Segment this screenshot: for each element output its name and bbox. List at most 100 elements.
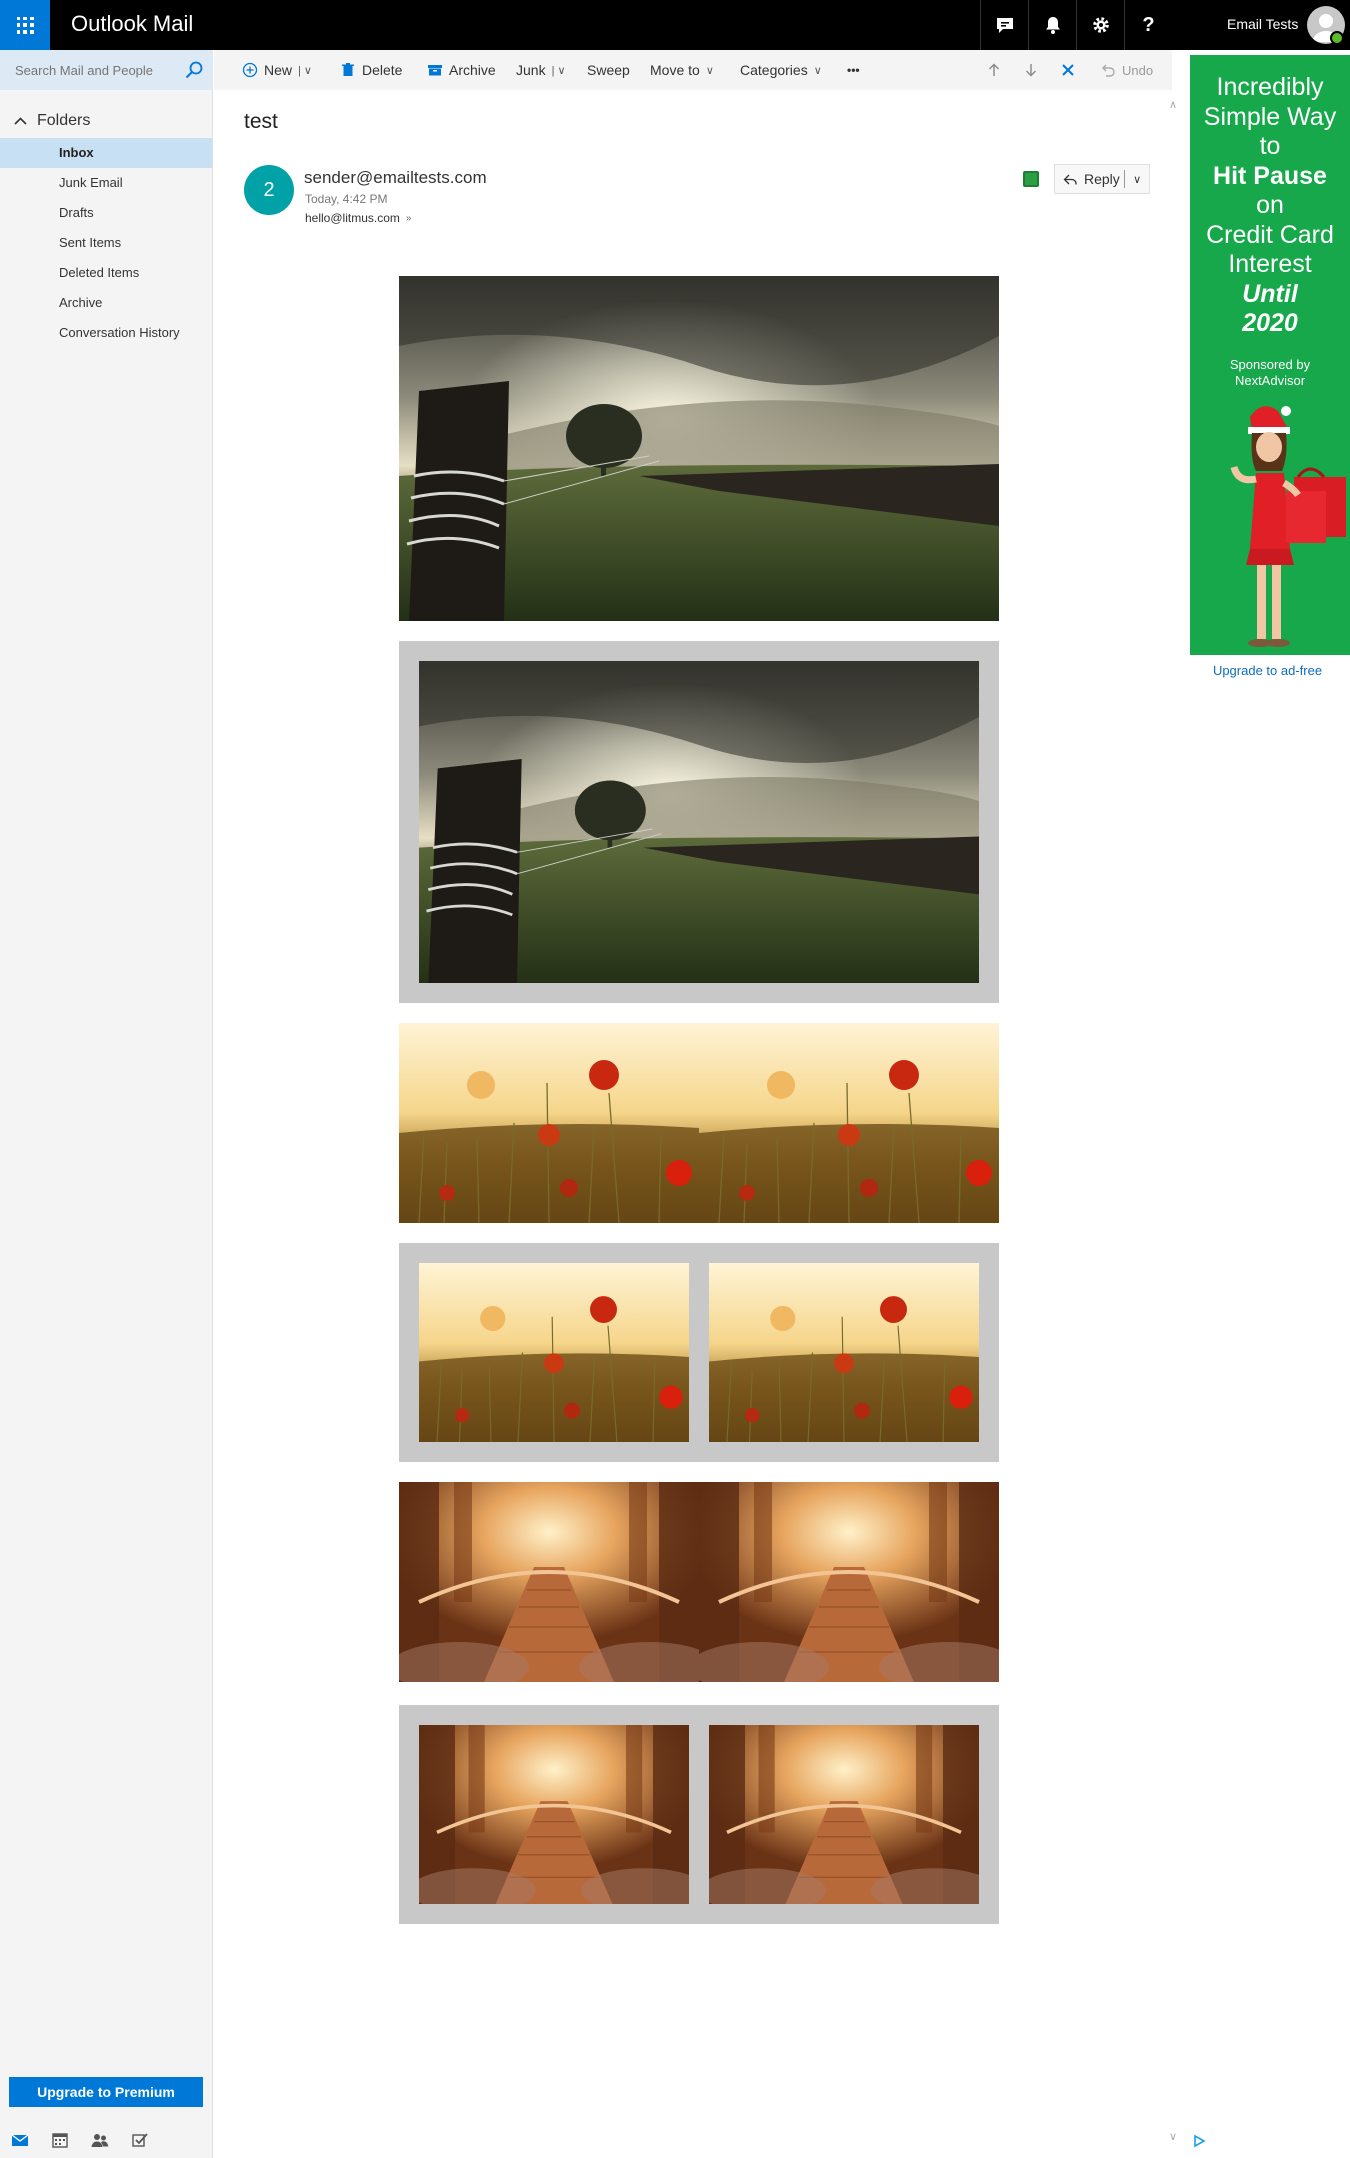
arrow-down-icon	[1026, 64, 1036, 77]
field-fence-photo	[399, 276, 999, 621]
undo-button[interactable]: Undo	[1100, 50, 1153, 90]
previous-item-button[interactable]	[986, 50, 1002, 90]
folder-list: Inbox Junk Email Drafts Sent Items Delet…	[0, 138, 212, 348]
top-bar: Outlook Mail ? Email Tests	[0, 0, 1350, 50]
delete-button[interactable]: Delete	[340, 50, 402, 90]
new-button[interactable]: New | ∨	[242, 50, 312, 90]
user-name[interactable]: Email Tests	[1227, 16, 1298, 32]
chevron-down-icon[interactable]: | ∨	[552, 64, 566, 77]
chat-icon	[996, 18, 1013, 33]
mail-nav-button[interactable]	[0, 2122, 40, 2158]
archive-button[interactable]: Archive	[427, 50, 496, 90]
ad-pane: Incredibly Simple Way to Hit Pause on Cr…	[1185, 50, 1350, 2158]
reply-split-button: Reply ∨	[1054, 164, 1150, 194]
scroll-down-arrow-icon[interactable]: ∨	[1166, 2130, 1180, 2144]
upgrade-to-premium-button[interactable]: Upgrade to Premium	[9, 2077, 203, 2107]
ad-shopper-image	[1230, 406, 1346, 647]
chevron-down-icon: ∨	[705, 64, 714, 77]
junk-button[interactable]: Junk | ∨	[516, 50, 566, 90]
poppies-image	[699, 1023, 999, 1223]
help-icon: ?	[1142, 13, 1155, 36]
folder-deleted-items[interactable]: Deleted Items	[0, 258, 212, 288]
search-input[interactable]	[0, 50, 180, 90]
sent-time: Today, 4:42 PM	[305, 192, 388, 206]
folder-archive[interactable]: Archive	[0, 288, 212, 318]
bridge-image	[699, 1482, 999, 1682]
people-icon	[91, 2134, 109, 2147]
addin-icon[interactable]	[1023, 171, 1039, 187]
expand-recipients-icon[interactable]: »	[406, 213, 412, 224]
gear-icon	[1092, 17, 1109, 33]
reply-label: Reply	[1084, 171, 1120, 187]
chevron-down-icon[interactable]: | ∨	[298, 64, 312, 77]
field-fence-photo-framed	[399, 641, 999, 1003]
bridge-photo-pair	[399, 1482, 999, 1682]
recipient-line: hello@litmus.com »	[305, 211, 411, 225]
bridge-image	[709, 1725, 979, 1904]
new-label: New	[264, 62, 293, 78]
waffle-icon	[16, 16, 34, 34]
poppies-image	[419, 1263, 689, 1442]
undo-icon	[1102, 64, 1115, 77]
calendar-nav-button[interactable]	[40, 2122, 80, 2158]
move-to-button[interactable]: Move to ∨	[650, 50, 714, 90]
sweep-label: Sweep	[587, 62, 630, 78]
bottom-nav	[0, 2122, 212, 2158]
close-button[interactable]	[1060, 50, 1076, 90]
field-fence-image	[399, 276, 999, 621]
upgrade-to-ad-free-link[interactable]: Upgrade to ad-free	[1185, 663, 1350, 678]
scroll-up-arrow-icon[interactable]: ∧	[1166, 98, 1180, 112]
people-nav-button[interactable]	[80, 2122, 120, 2158]
folder-drafts[interactable]: Drafts	[0, 198, 212, 228]
checkbox-icon	[132, 2133, 148, 2147]
sweep-button[interactable]: Sweep	[587, 50, 630, 90]
app-launcher-button[interactable]	[0, 0, 50, 50]
poppies-image	[709, 1263, 979, 1442]
archive-label: Archive	[449, 62, 496, 78]
chat-button[interactable]	[980, 0, 1028, 50]
more-icon: •••	[847, 63, 860, 77]
next-item-button[interactable]	[1023, 50, 1039, 90]
categories-button[interactable]: Categories ∨	[740, 50, 822, 90]
close-icon	[1062, 64, 1074, 76]
more-actions-button[interactable]: •••	[847, 50, 860, 90]
tasks-nav-button[interactable]	[120, 2122, 160, 2158]
categories-label: Categories	[740, 62, 808, 78]
poppies-image	[399, 1023, 699, 1223]
search-icon[interactable]	[184, 60, 204, 80]
reply-button[interactable]: Reply	[1055, 171, 1124, 187]
folder-conversation-history[interactable]: Conversation History	[0, 318, 212, 348]
notifications-button[interactable]	[1028, 0, 1076, 50]
mail-icon	[11, 2134, 29, 2146]
trash-icon	[342, 63, 354, 76]
bridge-image	[399, 1482, 699, 1682]
left-pane: Folders Inbox Junk Email Drafts Sent Ite…	[0, 50, 213, 2158]
folder-inbox[interactable]: Inbox	[0, 138, 212, 168]
sender-avatar[interactable]: 2	[244, 165, 294, 215]
app-title: Outlook Mail	[71, 11, 194, 36]
folders-heading[interactable]: Folders	[14, 112, 90, 130]
reply-options-chevron-icon[interactable]: ∨	[1125, 173, 1149, 186]
folders-heading-label: Folders	[37, 112, 91, 129]
bell-icon	[1045, 17, 1060, 34]
folder-junk-email[interactable]: Junk Email	[0, 168, 212, 198]
help-button[interactable]: ?	[1124, 0, 1172, 50]
arrow-up-icon	[989, 63, 999, 76]
recipient-address[interactable]: hello@litmus.com	[305, 211, 400, 225]
advertisement[interactable]: Incredibly Simple Way to Hit Pause on Cr…	[1190, 55, 1350, 655]
command-bar: New | ∨ Delete Archive Junk | ∨ Sweep Mo…	[214, 50, 1172, 90]
plus-circle-icon	[242, 62, 258, 78]
field-fence-image	[419, 661, 979, 983]
sender-address[interactable]: sender@emailtests.com	[304, 168, 487, 188]
presence-status-icon	[1330, 31, 1344, 45]
bridge-photo-pair-framed	[399, 1705, 999, 1924]
junk-label: Junk	[516, 62, 546, 78]
folder-sent-items[interactable]: Sent Items	[0, 228, 212, 258]
undo-label: Undo	[1122, 62, 1154, 78]
delete-label: Delete	[362, 62, 403, 78]
settings-button[interactable]	[1076, 0, 1124, 50]
poppies-photo-pair	[399, 1023, 999, 1223]
ad-headline: Incredibly Simple Way to Hit Pause on Cr…	[1203, 73, 1337, 337]
adchoices-icon[interactable]	[1192, 2134, 1206, 2148]
reading-pane: test 2 sender@emailtests.com Today, 4:42…	[214, 90, 1167, 2158]
